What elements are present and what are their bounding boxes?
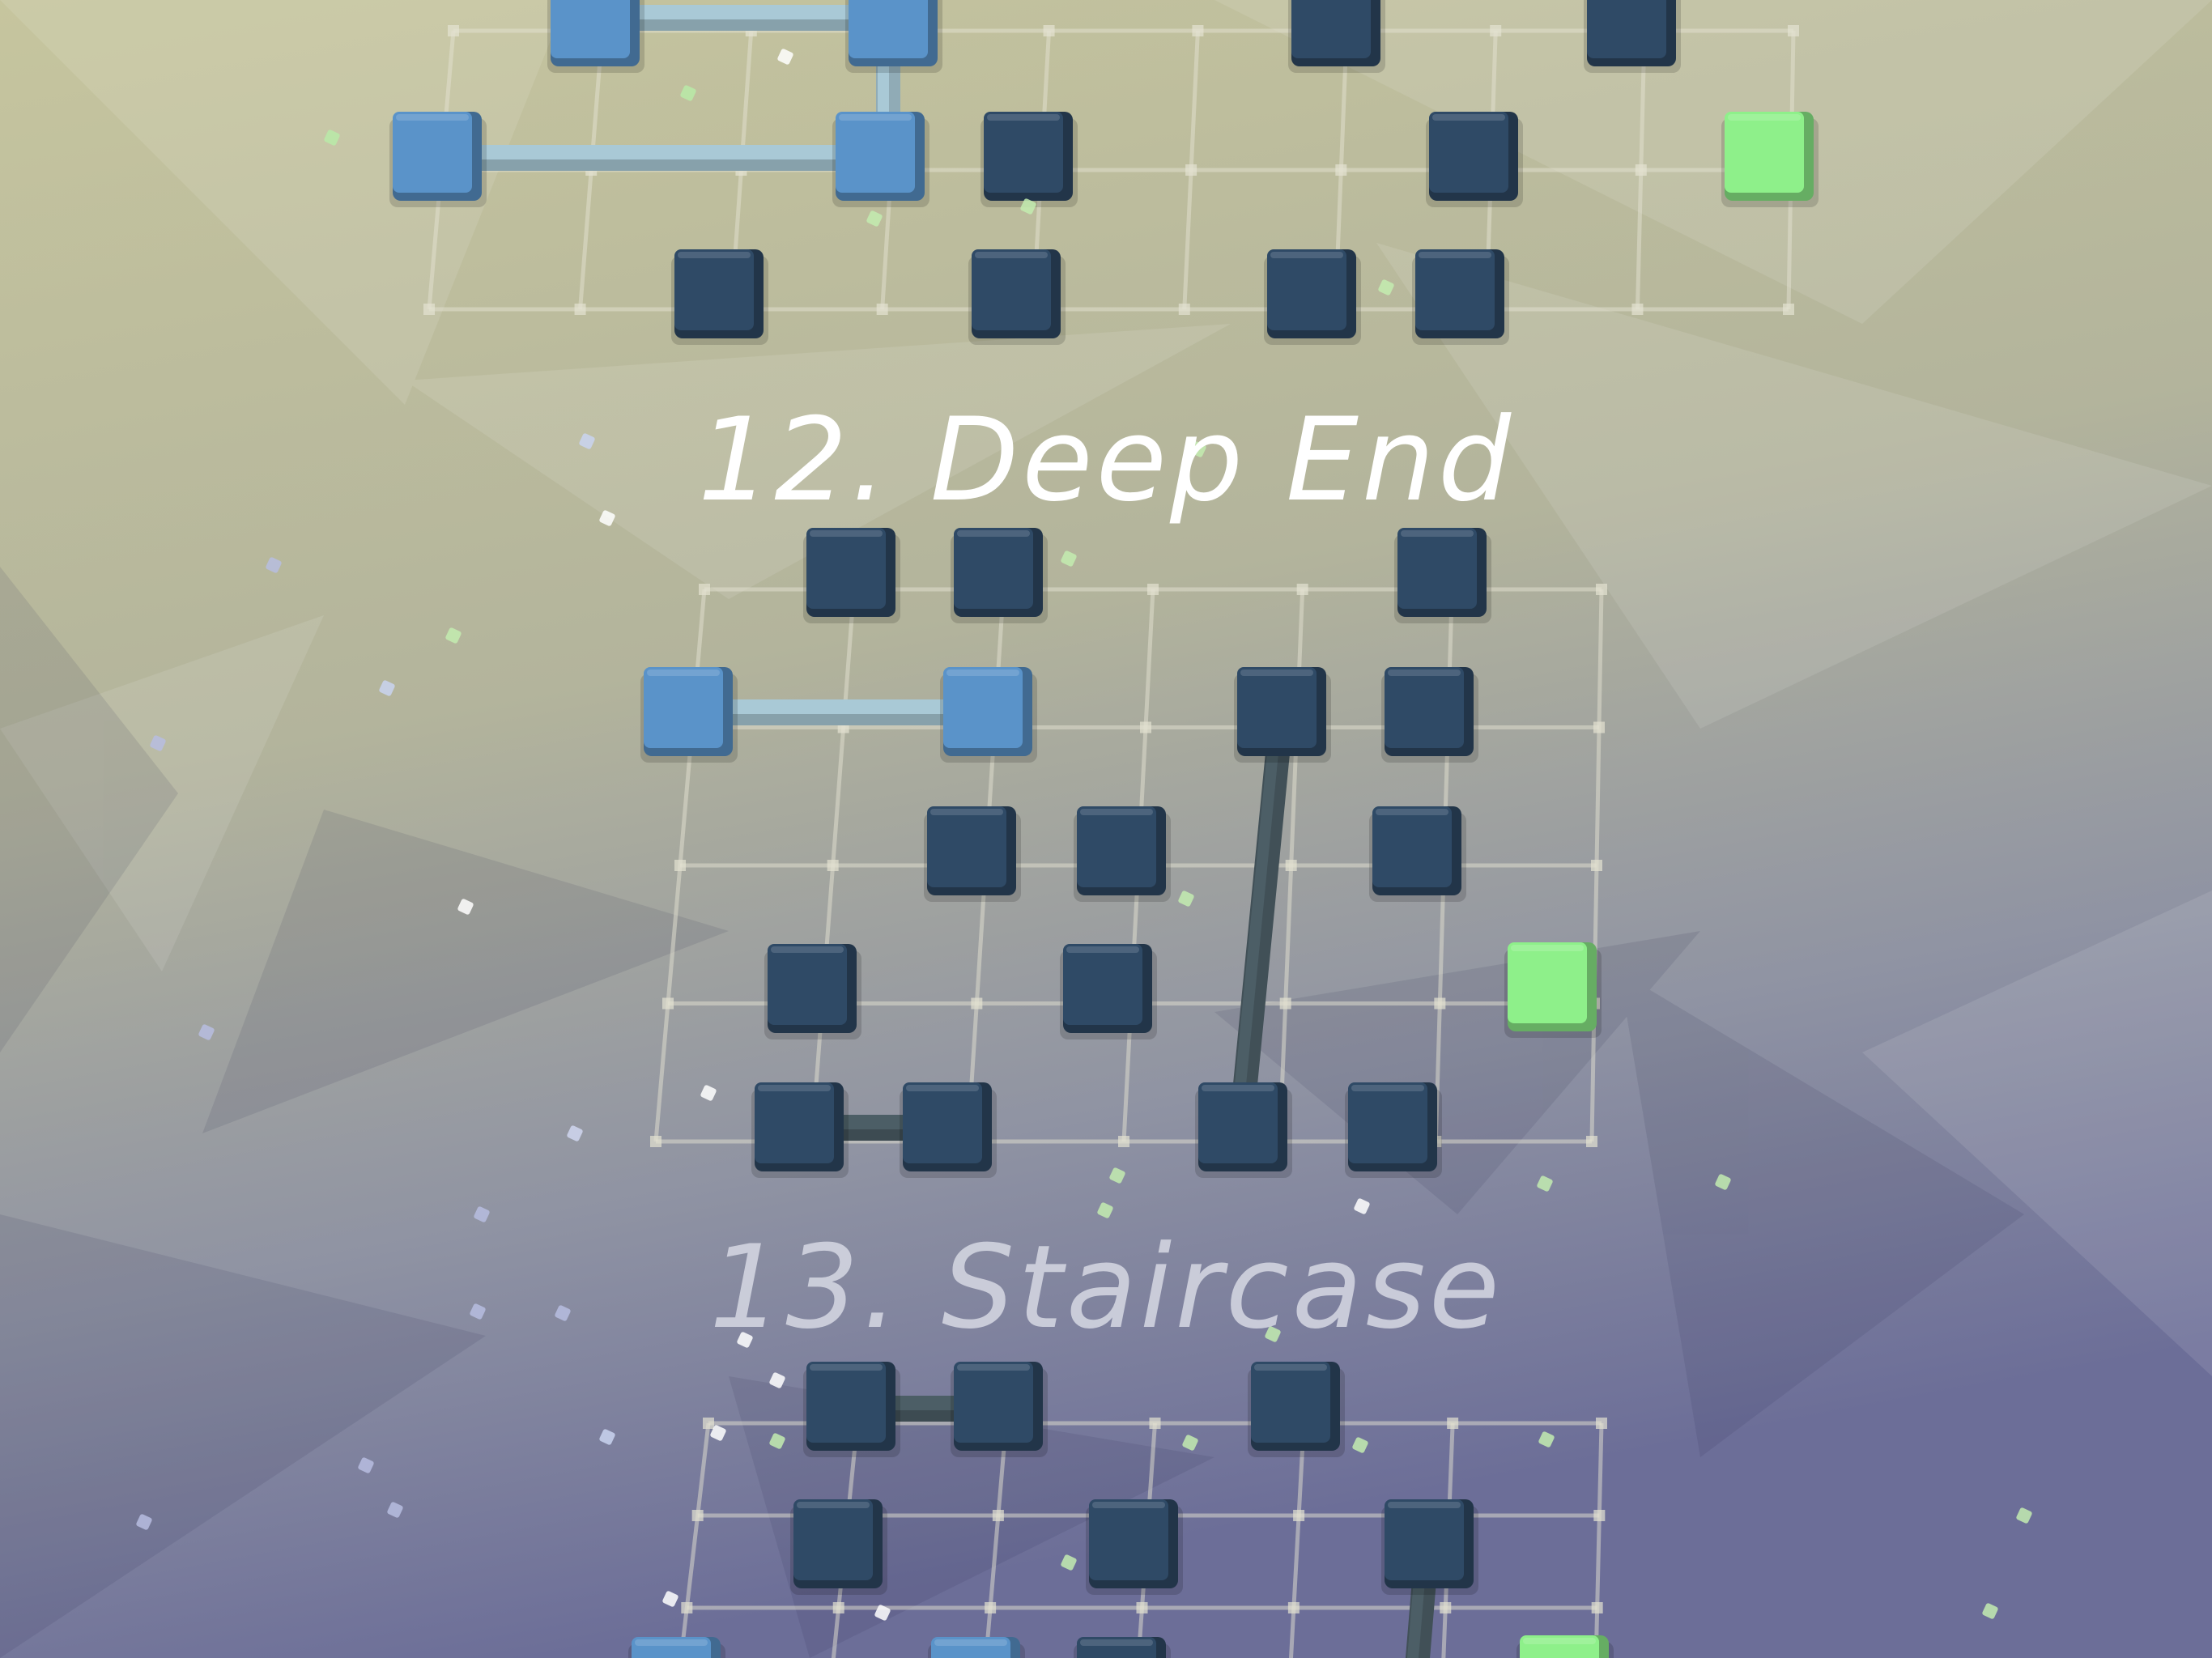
level-12-block[interactable] (764, 944, 861, 1039)
sparkle-particle-icon (567, 1125, 583, 1141)
level-12-link-a (713, 699, 963, 725)
sparkle-particle-icon (1109, 1167, 1125, 1184)
level-11-block[interactable] (1584, 0, 1681, 73)
sparkle-particle-icon (1378, 279, 1394, 295)
level-11-block[interactable] (845, 0, 942, 73)
level-12-block[interactable] (640, 667, 738, 763)
level-12-block[interactable] (1381, 667, 1478, 763)
level-13-block[interactable] (1074, 1637, 1171, 1658)
sparkle-particle-icon (662, 1591, 678, 1607)
sparkle-particle-icon (777, 49, 793, 65)
level-13-block[interactable] (928, 1637, 1025, 1658)
sparkle-particle-icon (700, 1085, 717, 1101)
level-12-block[interactable] (751, 1082, 849, 1178)
sparkle-particle-icon (769, 1433, 785, 1449)
sparkle-particle-icon (1354, 1198, 1370, 1214)
sparkle-particle-icon (599, 1429, 615, 1445)
sparkle-particle-icon (1538, 1431, 1555, 1448)
level-12-block[interactable] (1195, 1082, 1292, 1178)
sparkle-particle-icon (769, 1372, 785, 1388)
level-12-block[interactable] (940, 667, 1037, 763)
level-12-block[interactable] (900, 1082, 997, 1178)
level-12-block[interactable] (1060, 944, 1157, 1039)
level-11-block[interactable] (671, 249, 768, 345)
sparkle-particle-icon (358, 1457, 374, 1473)
sparkle-particle-icon (680, 85, 696, 101)
level-13-goal-block[interactable] (1516, 1635, 1614, 1658)
sparkle-particle-icon (1715, 1174, 1731, 1190)
sparkle-particle-icon (379, 680, 395, 696)
sparkle-particle-icon (1178, 891, 1194, 907)
level-13-block[interactable] (1381, 1499, 1478, 1595)
level-12-link-b (1231, 741, 1290, 1113)
level-11-block[interactable] (1288, 0, 1385, 73)
sparkle-particle-icon (266, 557, 282, 573)
level-11-block[interactable] (1264, 249, 1361, 345)
sparkle-particle-icon (457, 899, 474, 915)
level-11-block[interactable] (981, 112, 1078, 207)
sparkle-particle-icon (1352, 1437, 1368, 1453)
level-11-block[interactable] (547, 0, 644, 73)
sparkle-particle-icon (150, 735, 166, 751)
level-13-block[interactable] (803, 1362, 900, 1457)
level-13-title[interactable]: 13. Staircase (0, 1221, 2212, 1354)
level-12-block[interactable] (803, 528, 900, 623)
sparkle-particle-icon (1982, 1603, 1998, 1619)
level-11-block[interactable] (1426, 112, 1523, 207)
sparkle-particle-icon (1061, 1554, 1077, 1571)
level-11-link-a (632, 5, 858, 31)
sparkle-particle-icon (198, 1024, 215, 1040)
sparkle-particle-icon (324, 130, 340, 146)
level-12-block[interactable] (1369, 806, 1466, 902)
level-12-block[interactable] (951, 528, 1048, 623)
sparkle-particle-icon (866, 210, 883, 227)
sparkle-particle-icon (136, 1514, 152, 1530)
level-13-block[interactable] (951, 1362, 1048, 1457)
level-11-block[interactable] (389, 112, 487, 207)
level-11-block[interactable] (1412, 249, 1509, 345)
level-13-block[interactable] (1248, 1362, 1345, 1457)
level-12-block[interactable] (1345, 1082, 1442, 1178)
level-12-title[interactable]: 12. Deep End (0, 393, 2212, 527)
level-11-block[interactable] (968, 249, 1066, 345)
level-12-block[interactable] (1394, 528, 1491, 623)
sparkle-particle-icon (387, 1502, 403, 1518)
level-11-block[interactable] (832, 112, 929, 207)
sparkle-particle-icon (445, 627, 462, 644)
sparkle-particle-icon (2016, 1507, 2032, 1524)
sparkle-particle-icon (1537, 1175, 1553, 1192)
level-scroller[interactable] (0, 0, 2212, 1658)
level-13-block[interactable] (628, 1637, 725, 1658)
sparkle-particle-icon (1061, 551, 1077, 567)
level-11-goal-block[interactable] (1721, 112, 1819, 207)
level-12-block[interactable] (924, 806, 1021, 902)
level-11-link-c (462, 145, 842, 171)
level-13-block[interactable] (1086, 1499, 1183, 1595)
sparkle-particle-icon (1097, 1202, 1113, 1218)
level-12-block[interactable] (1234, 667, 1331, 763)
level-13-block[interactable] (790, 1499, 887, 1595)
level-12-block[interactable] (1074, 806, 1171, 902)
level-12-goal-block[interactable] (1504, 942, 1602, 1038)
sparkle-particle-icon (1182, 1435, 1198, 1451)
